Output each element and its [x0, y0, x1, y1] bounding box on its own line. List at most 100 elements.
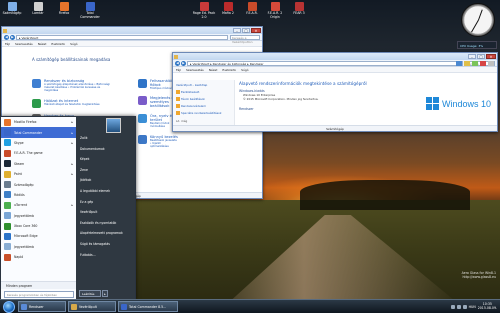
menu-edit[interactable]: Szerkesztés [15, 42, 33, 46]
forward-arrow-icon[interactable]: ▶ [181, 60, 186, 66]
start-item-total-commander[interactable]: Total Commander ▸ [1, 127, 76, 138]
menu-view[interactable]: Nézet [209, 68, 218, 72]
desktop-icon-fear3[interactable]: FEAR 3 [287, 1, 311, 16]
window-titlebar[interactable]: – □ ✕ [173, 53, 497, 60]
chevron-right-icon: ▸ [71, 172, 73, 177]
taskbar-button-control-panel[interactable]: Vezérlőpult [68, 301, 116, 312]
menu-help[interactable]: Súgó [241, 68, 249, 72]
all-programs-button[interactable]: Minden program [1, 281, 76, 289]
menu-help[interactable]: Súgó [70, 42, 78, 46]
search-input[interactable]: Keresés a Vezérlőpulton [230, 34, 260, 44]
minimize-button[interactable]: – [233, 28, 241, 33]
side-link-remote[interactable]: Távoli beállítások [176, 97, 231, 101]
shutdown-button[interactable]: Leállítás [79, 290, 101, 297]
maximize-button[interactable]: □ [477, 54, 485, 59]
start-menu[interactable]: Mozilla Firefox ▸ Total Commander ▸ Skype ▸… [0, 116, 136, 300]
start-item-calculator[interactable]: Számológép [1, 179, 76, 189]
cp-category-network[interactable]: Hálózat és internet Hálózati állapot és f… [32, 98, 112, 108]
back-arrow-icon[interactable]: ◀ [4, 34, 9, 40]
desktop-icon-fear[interactable]: F.E.A.R. [240, 1, 264, 16]
start-place-music[interactable]: Zene [76, 165, 135, 176]
taskbar-clock[interactable]: 10:35 2015.08.09. [478, 302, 497, 311]
battery-icon[interactable] [462, 304, 467, 309]
language-indicator[interactable]: HUN [469, 305, 476, 309]
maximize-button[interactable]: □ [242, 28, 250, 33]
new-icon[interactable] [472, 61, 478, 66]
taskbar: Rendszer Vezérlőpult Total Commander 8.5… [0, 299, 500, 313]
start-search-input[interactable]: Keresés programokban és fájlokban [4, 291, 74, 298]
start-place-run[interactable]: Futtatás... [76, 250, 135, 261]
taskbar-button-total-commander[interactable]: Total Commander 8.5... [118, 301, 178, 312]
start-item-utorrent[interactable]: uTorrent ▸ [1, 200, 76, 210]
start-button[interactable] [3, 300, 15, 313]
desktop-icon-recycle-bin[interactable]: Lomtár [26, 1, 50, 16]
start-item-steam[interactable]: Steam ▸ [1, 159, 76, 169]
side-link-protection[interactable]: Rendszervédelem [176, 104, 231, 108]
cp-category-system[interactable]: Rendszer és biztonság A számítógép állapo… [32, 79, 112, 93]
start-item-skype[interactable]: Skype ▸ [1, 138, 76, 148]
cpu-gadget[interactable]: CPU Usage: 3% [457, 41, 497, 49]
start-item-fear[interactable]: F.E.A.R. The game [1, 148, 76, 158]
start-item-xbox[interactable]: Xbox Core 360 [1, 221, 76, 231]
desktop-icon-computer[interactable]: Számítógép [0, 1, 24, 16]
minimize-button[interactable]: – [468, 54, 476, 59]
folder-up-icon[interactable] [464, 61, 470, 66]
address-field[interactable]: ▸ Vezérlőpult [16, 34, 228, 40]
start-item-notepad-2[interactable]: Jegyzettömb [1, 242, 76, 252]
start-item-notepad[interactable]: Jegyzettömb [1, 211, 76, 221]
close-button[interactable]: ✕ [486, 54, 496, 59]
menu-tools[interactable]: Eszközök [222, 68, 236, 72]
window-titlebar[interactable]: – □ ✕ [2, 27, 262, 34]
desktop-icon-rage[interactable]: Rage Ed. Pack 2.0 [192, 1, 216, 19]
paint-icon [4, 170, 11, 178]
start-item-firefox[interactable]: Mozilla Firefox ▸ [1, 117, 76, 127]
start-place-documents[interactable]: Dokumentumok [76, 144, 135, 155]
page-title: Alapvető rendszerinformációk megtekintés… [239, 81, 367, 86]
start-place-games[interactable]: Játékok [76, 175, 135, 186]
desktop-icon-total-commander[interactable]: Total Commander [78, 1, 102, 19]
desktop-icon-mafia[interactable]: Mafia 2 [216, 1, 240, 16]
start-place-default-programs[interactable]: Alapértelmezett programok [76, 228, 135, 239]
globe-icon [32, 98, 41, 108]
network-icon[interactable] [450, 304, 455, 309]
start-item-paint[interactable]: Paint ▸ [1, 169, 76, 179]
start-place-control-panel[interactable]: Vezérlőpult [76, 207, 135, 218]
menu-file[interactable]: Fájl [5, 42, 10, 46]
menu-edit[interactable]: Szerkesztés [186, 68, 204, 72]
menu-file[interactable]: Fájl [176, 68, 181, 72]
properties-icon[interactable] [488, 61, 494, 66]
start-place-recent[interactable]: A legutóbbi elemek [76, 186, 135, 197]
start-place-devices[interactable]: Eszközök és nyomtatók [76, 218, 135, 229]
side-link-advanced[interactable]: Speciális rendszerbeállítások [176, 111, 231, 115]
avatar[interactable] [106, 118, 121, 133]
system-window[interactable]: – □ ✕ ◀ ▶ ▸ Vezérlőpult ▸ Rendszer és bi… [172, 52, 498, 132]
desktop-icon-firefox[interactable]: Firefox [52, 1, 76, 16]
start-item-edge[interactable]: Microsoft Edge [1, 231, 76, 241]
start-place-help[interactable]: Súgó és támogatás [76, 239, 135, 250]
desktop-icon-fear2[interactable]: F.E.A.R. 2 Origin [263, 1, 287, 19]
taskbar-button-system[interactable]: Rendszer [18, 301, 66, 312]
start-place-pictures[interactable]: Képek [76, 154, 135, 165]
forward-arrow-icon[interactable]: ▶ [10, 34, 15, 40]
start-item-radio[interactable]: Rádiós [1, 190, 76, 200]
start-item-journal[interactable]: Napló [1, 252, 76, 262]
cp-category-ease[interactable]: Könnyű kezelés Beállítások javaslata • Ki… [138, 134, 178, 149]
address-field[interactable]: ▸ Vezérlőpult ▸ Rendszer és biztonság ▸ … [187, 60, 463, 66]
start-place-this-pc[interactable]: Ez a gép [76, 197, 135, 208]
shutdown-options-icon[interactable]: ▸ [102, 290, 108, 297]
game-icon [4, 149, 11, 157]
back-arrow-icon[interactable]: ◀ [175, 60, 180, 66]
side-link-device-manager[interactable]: Eszközkezelő [176, 90, 231, 94]
menu-view[interactable]: Nézet [38, 42, 47, 46]
journal-icon [4, 253, 11, 261]
shield-icon [176, 104, 180, 108]
side-home-link[interactable]: Vezérlőpult – kezdőlap [176, 83, 231, 87]
close-button[interactable]: ✕ [251, 28, 261, 33]
volume-icon[interactable] [456, 304, 461, 309]
view-icon[interactable] [456, 61, 462, 66]
start-place-user[interactable]: Zolik [76, 133, 135, 144]
start-menu-places: Zolik Dokumentumok Képek Zene Játékok A … [76, 117, 135, 260]
delete-icon[interactable] [480, 61, 486, 66]
clock-gadget[interactable] [461, 3, 495, 37]
menu-tools[interactable]: Eszközök [51, 42, 65, 46]
